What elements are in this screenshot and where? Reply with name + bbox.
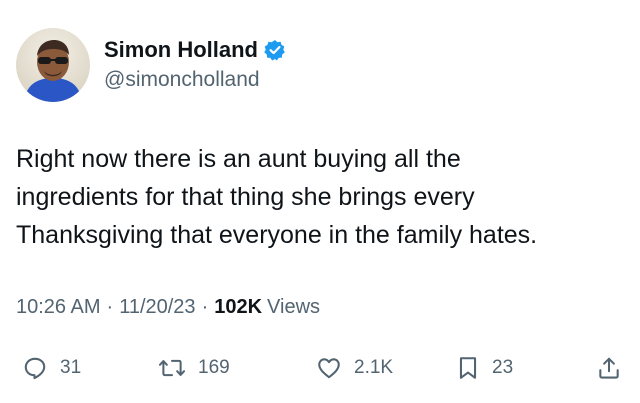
avatar-image bbox=[16, 28, 90, 102]
author-handle[interactable]: @simoncholland bbox=[104, 66, 286, 94]
tweet-time[interactable]: 10:26 AM bbox=[16, 296, 101, 319]
avatar[interactable] bbox=[16, 28, 90, 102]
reply-button[interactable]: 31 bbox=[22, 350, 81, 386]
display-name[interactable]: Simon Holland bbox=[104, 36, 258, 64]
reply-icon bbox=[24, 357, 46, 380]
share-icon bbox=[599, 357, 619, 379]
meta-separator: · bbox=[106, 296, 114, 318]
author-names: Simon Holland @simoncholland bbox=[104, 36, 286, 94]
heart-icon bbox=[318, 358, 340, 379]
like-button[interactable]: 2.1K bbox=[316, 350, 393, 386]
reply-count: 31 bbox=[60, 357, 82, 378]
tweet-meta: 10:26 AM · 11/20/23 · 102K Views bbox=[16, 296, 320, 319]
views-label[interactable]: Views bbox=[267, 296, 320, 319]
share-button[interactable] bbox=[596, 350, 622, 386]
retweet-count: 169 bbox=[198, 357, 230, 378]
action-bar: 31 169 2.1K 23 bbox=[16, 350, 626, 386]
bookmark-count: 23 bbox=[492, 357, 514, 378]
tweet-date[interactable]: 11/20/23 bbox=[119, 296, 195, 319]
retweet-icon bbox=[158, 359, 186, 377]
bookmark-button[interactable]: 23 bbox=[456, 350, 513, 386]
views-count[interactable]: 102K bbox=[214, 296, 262, 319]
meta-separator: · bbox=[201, 296, 209, 318]
retweet-button[interactable]: 169 bbox=[158, 350, 230, 386]
bookmark-icon bbox=[459, 357, 477, 379]
tweet-text: Right now there is an aunt buying all th… bbox=[16, 145, 538, 249]
verified-badge-icon[interactable] bbox=[264, 39, 286, 61]
tweet-header: Simon Holland @simoncholland bbox=[16, 28, 616, 104]
like-count: 2.1K bbox=[354, 357, 394, 378]
display-name-row: Simon Holland bbox=[104, 36, 286, 64]
